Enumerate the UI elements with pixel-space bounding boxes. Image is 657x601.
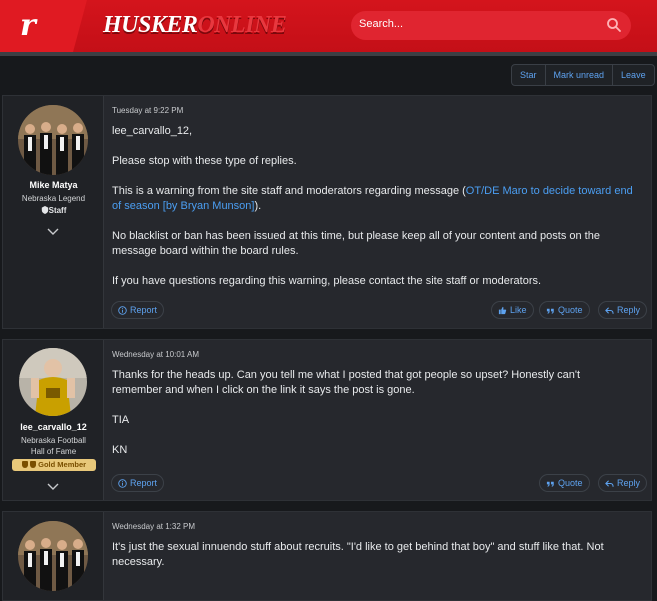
rivals-logo[interactable]: r bbox=[0, 0, 66, 52]
logo-letter: r bbox=[20, 8, 36, 43]
quote-button[interactable]: Quote bbox=[539, 474, 590, 492]
thread-actions: Star Mark unread Leave bbox=[511, 64, 655, 86]
shield-icon bbox=[41, 206, 48, 214]
report-label: Report bbox=[130, 478, 158, 488]
report-button[interactable]: Report bbox=[111, 301, 165, 319]
avatar[interactable] bbox=[18, 105, 88, 175]
post-body: lee_carvallo_12, Please stop with these … bbox=[112, 124, 642, 304]
brand-part2: ONLINE bbox=[197, 12, 287, 38]
site-brand[interactable]: HUSKERONLINE bbox=[103, 12, 287, 39]
gold-member-label: Gold Member bbox=[38, 460, 87, 469]
info-circle-icon bbox=[118, 305, 127, 315]
post-body: It's just the sexual innuendo stuff abou… bbox=[112, 540, 637, 585]
warning-suffix: ). bbox=[254, 200, 262, 212]
mark-unread-button[interactable]: Mark unread bbox=[546, 65, 614, 85]
post-body: Thanks for the heads up. Can you tell me… bbox=[112, 368, 612, 473]
user-title: Nebraska Football bbox=[21, 436, 86, 445]
user-title: Nebraska Legend bbox=[21, 194, 86, 203]
search-placeholder: Search... bbox=[359, 18, 404, 30]
thumbs-up-icon bbox=[498, 306, 507, 314]
user-title: Hall of Fame bbox=[30, 447, 77, 456]
reply-button[interactable]: Reply bbox=[598, 474, 648, 492]
site-header: r HUSKERONLINE Search... bbox=[0, 0, 657, 52]
post-paragraph: If you have questions regarding this war… bbox=[112, 275, 542, 287]
reply-icon bbox=[605, 306, 614, 314]
staff-badge-label: Staff bbox=[48, 206, 67, 215]
post: Wednesday at 1:32 PM It's just the sexua… bbox=[2, 511, 652, 601]
post-date[interactable]: Tuesday at 9:22 PM bbox=[112, 106, 183, 115]
info-circle-icon bbox=[118, 478, 127, 488]
leave-button[interactable]: Leave bbox=[613, 65, 654, 85]
post-paragraph: This is a warning from the site staff an… bbox=[112, 184, 642, 214]
staff-badge: Staff bbox=[3, 206, 104, 215]
avatar[interactable] bbox=[18, 521, 88, 591]
header-divider bbox=[0, 52, 657, 56]
quote-icon bbox=[546, 481, 554, 487]
chevron-down-icon[interactable] bbox=[47, 483, 59, 491]
quote-label: Quote bbox=[558, 478, 583, 488]
avatar[interactable] bbox=[19, 348, 87, 416]
chevron-down-icon[interactable] bbox=[47, 228, 59, 236]
search-input[interactable]: Search... bbox=[351, 11, 631, 40]
user-info: lee_carvallo_12 Nebraska Football Hall o… bbox=[3, 340, 104, 500]
post-date[interactable]: Wednesday at 1:32 PM bbox=[112, 522, 195, 531]
report-button[interactable]: Report bbox=[111, 474, 165, 492]
quote-button[interactable]: Quote bbox=[539, 301, 590, 319]
star-button[interactable]: Star bbox=[512, 65, 546, 85]
reply-label: Reply bbox=[617, 305, 641, 315]
post-paragraph: Thanks for the heads up. Can you tell me… bbox=[112, 369, 581, 396]
user-info bbox=[3, 512, 104, 600]
username[interactable]: lee_carvallo_12 bbox=[3, 422, 104, 432]
like-button[interactable]: Like bbox=[491, 301, 534, 319]
report-label: Report bbox=[130, 305, 158, 315]
shield-icon bbox=[30, 461, 37, 468]
username[interactable]: Mike Matya bbox=[3, 180, 104, 190]
reply-label: Reply bbox=[617, 478, 641, 488]
post-paragraph: No blacklist or ban has been issued at t… bbox=[112, 230, 600, 257]
brand-part1: HUSKER bbox=[103, 12, 198, 38]
gold-member-badge: Gold Member bbox=[12, 459, 96, 471]
post-paragraph: TIA bbox=[112, 414, 130, 426]
post: lee_carvallo_12 Nebraska Football Hall o… bbox=[2, 339, 652, 501]
search-icon[interactable] bbox=[606, 17, 622, 33]
reply-icon bbox=[605, 479, 614, 487]
shield-icon bbox=[21, 461, 28, 468]
post-paragraph: It's just the sexual innuendo stuff abou… bbox=[112, 541, 604, 568]
like-label: Like bbox=[510, 305, 527, 315]
reply-button[interactable]: Reply bbox=[598, 301, 648, 319]
post-paragraph: lee_carvallo_12, bbox=[112, 125, 193, 137]
post-paragraph: KN bbox=[112, 444, 128, 456]
quote-label: Quote bbox=[558, 305, 583, 315]
warning-prefix: This is a warning from the site staff an… bbox=[112, 185, 466, 197]
post-date[interactable]: Wednesday at 10:01 AM bbox=[112, 350, 199, 359]
post: Mike Matya Nebraska Legend Staff Tuesday… bbox=[2, 95, 652, 329]
quote-icon bbox=[546, 308, 554, 314]
post-paragraph: Please stop with these type of replies. bbox=[112, 155, 297, 167]
user-info: Mike Matya Nebraska Legend Staff bbox=[3, 96, 104, 328]
